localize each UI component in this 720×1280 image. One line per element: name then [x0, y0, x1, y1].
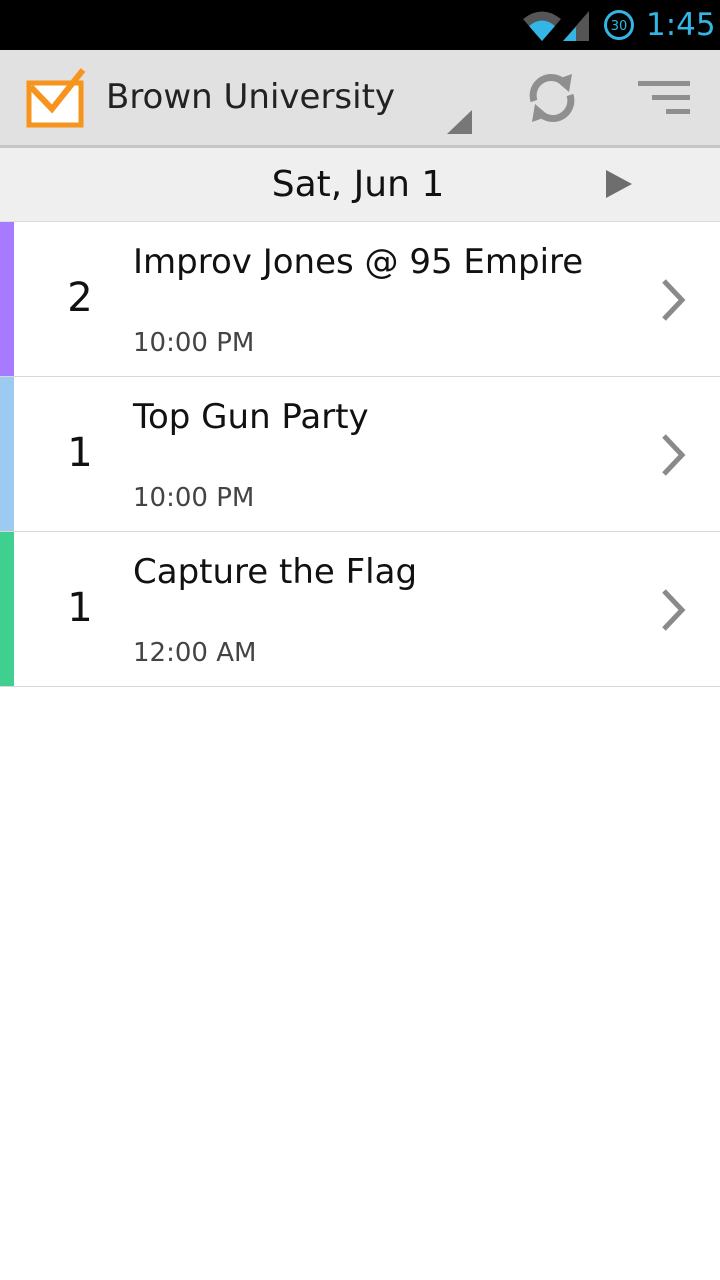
event-title: Capture the Flag: [133, 552, 418, 592]
campus-title: Brown University: [106, 77, 396, 117]
calendar-check-icon[interactable]: [26, 67, 86, 129]
refresh-button[interactable]: [522, 70, 582, 126]
attendee-count: 2: [67, 275, 93, 321]
battery-level: 30: [611, 19, 628, 34]
play-triangle-icon: [606, 170, 632, 198]
event-time: 12:00 AM: [133, 638, 257, 668]
event-row[interactable]: 2 Improv Jones @ 95 Empire 10:00 PM: [0, 222, 720, 377]
signal-icon: [563, 11, 589, 41]
dropdown-caret-icon: [447, 110, 472, 134]
attendee-count: 1: [67, 430, 93, 476]
next-day-button[interactable]: [598, 166, 638, 202]
campus-spinner[interactable]: Brown University: [100, 50, 472, 145]
battery-icon: 30: [604, 10, 634, 40]
status-bar: 30 1:45: [0, 0, 720, 50]
chevron-right-icon: [662, 279, 686, 321]
event-list: 2 Improv Jones @ 95 Empire 10:00 PM 1 To…: [0, 222, 720, 687]
event-color-bar: [0, 222, 14, 376]
event-title: Top Gun Party: [133, 397, 369, 437]
event-row[interactable]: 1 Top Gun Party 10:00 PM: [0, 377, 720, 532]
chevron-right-icon: [662, 434, 686, 476]
event-time: 10:00 PM: [133, 328, 255, 358]
action-bar: Brown University: [0, 50, 720, 148]
event-time: 10:00 PM: [133, 483, 255, 513]
event-color-bar: [0, 377, 14, 531]
date-header: Sat, Jun 1: [0, 148, 720, 222]
clock: 1:45: [646, 7, 716, 43]
wifi-icon: [523, 11, 561, 41]
sort-menu-icon: [638, 81, 690, 114]
chevron-right-icon: [662, 589, 686, 631]
sort-menu-button[interactable]: [630, 74, 696, 122]
attendee-count: 1: [67, 585, 93, 631]
event-row[interactable]: 1 Capture the Flag 12:00 AM: [0, 532, 720, 687]
event-title: Improv Jones @ 95 Empire: [133, 242, 584, 282]
event-color-bar: [0, 532, 14, 686]
